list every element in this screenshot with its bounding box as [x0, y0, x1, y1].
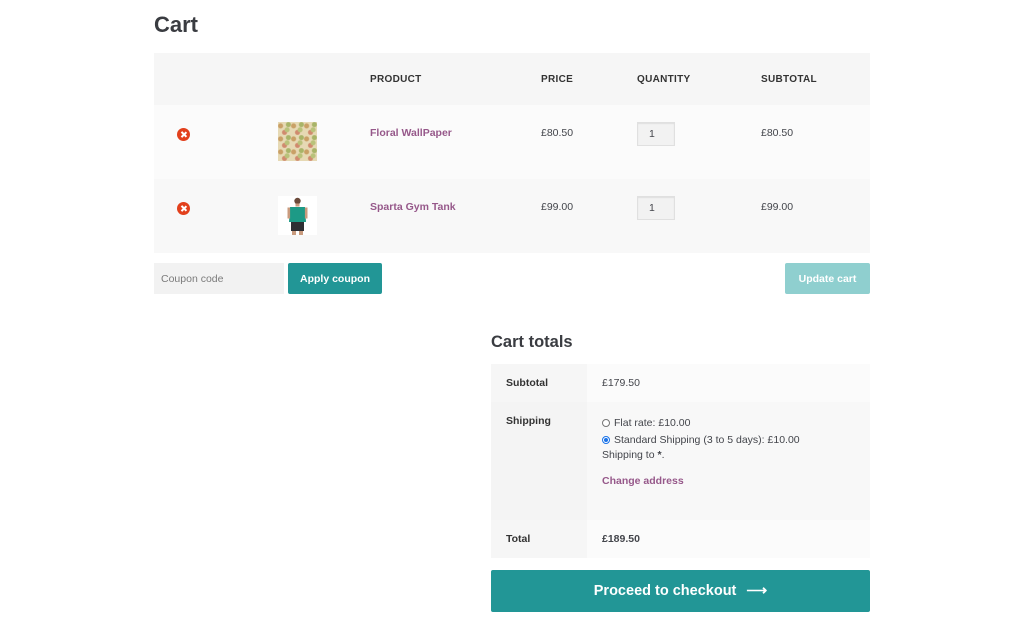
tank-top-image — [278, 196, 317, 235]
product-link[interactable]: Floral WallPaper — [370, 127, 452, 139]
shipping-option-label: Flat rate: £10.00 — [614, 416, 691, 429]
product-thumbnail-gym-tank[interactable] — [278, 196, 317, 235]
cart-table-header: PRODUCT PRICE QUANTITY SUBTOTAL — [154, 53, 870, 105]
header-subtotal: SUBTOTAL — [761, 74, 817, 85]
totals-row-subtotal: Subtotal £179.50 — [491, 364, 870, 402]
shipping-destination: Shipping to *. — [602, 449, 870, 461]
quantity-input[interactable] — [637, 122, 675, 146]
cart-table: PRODUCT PRICE QUANTITY SUBTOTAL Floral W… — [154, 53, 870, 253]
shipping-dest-prefix: Shipping to — [602, 449, 658, 461]
checkout-label: Proceed to checkout — [593, 583, 737, 599]
subtotal-value: £179.50 — [587, 364, 870, 402]
total-label: Total — [491, 520, 587, 558]
item-subtotal: £99.00 — [761, 201, 794, 213]
change-address-link[interactable]: Change address — [602, 475, 870, 487]
item-price: £80.50 — [541, 127, 574, 139]
arrow-right-icon: ⟶ — [746, 583, 768, 599]
cart-totals-table: Subtotal £179.50 Shipping Flat rate: £10… — [491, 364, 870, 558]
item-subtotal: £80.50 — [761, 127, 794, 139]
cart-row: Floral WallPaper £80.50 £80.50 — [154, 105, 870, 179]
item-price: £99.00 — [541, 201, 574, 213]
proceed-to-checkout-button[interactable]: Proceed to checkout ⟶ — [491, 570, 870, 612]
flat-rate-radio[interactable] — [602, 418, 610, 427]
standard-shipping-radio[interactable] — [602, 435, 610, 444]
shipping-dest-suffix: . — [661, 449, 665, 461]
header-price: PRICE — [541, 74, 574, 85]
header-product: PRODUCT — [370, 74, 422, 85]
update-cart-button[interactable]: Update cart — [785, 263, 870, 294]
quantity-input[interactable] — [637, 196, 675, 220]
total-value: £189.50 — [587, 520, 870, 558]
product-thumbnail-floral-wallpaper[interactable] — [278, 122, 317, 161]
shipping-option-label: Standard Shipping (3 to 5 days): £10.00 — [614, 433, 800, 446]
cart-row: Sparta Gym Tank £99.00 £99.00 — [154, 179, 870, 253]
product-link[interactable]: Sparta Gym Tank — [370, 201, 456, 213]
remove-item-icon[interactable] — [177, 202, 190, 215]
shipping-option-standard[interactable]: Standard Shipping (3 to 5 days): £10.00 — [602, 431, 870, 448]
subtotal-label: Subtotal — [491, 364, 587, 402]
cart-totals-title: Cart totals — [491, 333, 573, 351]
page-title: Cart — [154, 12, 199, 37]
coupon-code-input[interactable] — [154, 263, 284, 294]
shipping-value: Flat rate: £10.00 Standard Shipping (3 t… — [587, 402, 870, 520]
totals-row-shipping: Shipping Flat rate: £10.00 Standard Ship… — [491, 402, 870, 520]
remove-item-icon[interactable] — [177, 128, 190, 141]
shipping-label: Shipping — [491, 402, 587, 520]
totals-row-total: Total £189.50 — [491, 520, 870, 558]
shipping-option-flat-rate[interactable]: Flat rate: £10.00 — [602, 414, 870, 431]
header-quantity: QUANTITY — [637, 74, 691, 85]
apply-coupon-button[interactable]: Apply coupon — [288, 263, 382, 294]
